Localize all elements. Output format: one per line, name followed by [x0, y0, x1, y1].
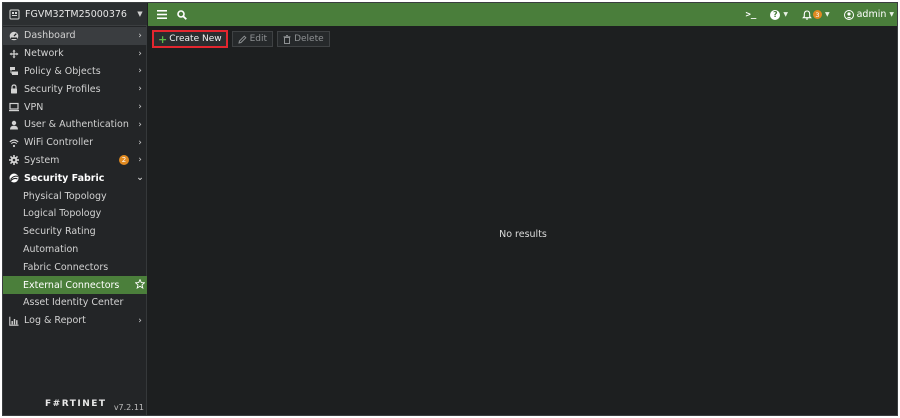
network-icon [8, 48, 19, 59]
sidebar-item-network[interactable]: Network › [3, 45, 147, 63]
sidebar-item-external-connectors[interactable]: External Connectors [3, 276, 147, 294]
sidebar-item-physical-topology[interactable]: Physical Topology [3, 187, 147, 205]
chevron-down-icon: ▼ [889, 11, 894, 18]
toolbar: + Create New Edit Delete [152, 30, 334, 48]
user-avatar-icon [843, 9, 854, 20]
version-label: v7.2.11 [113, 402, 144, 412]
sidebar-item-system[interactable]: System 2 › [3, 152, 147, 170]
sidebar-item-label: Security Rating [23, 226, 96, 238]
device-selector[interactable]: FGVM32TM25000376 ▼ [3, 3, 147, 26]
sidebar-item-fabric-connectors[interactable]: Fabric Connectors [3, 258, 147, 276]
pencil-icon [237, 34, 247, 44]
sidebar-item-user-auth[interactable]: User & Authentication › [3, 116, 147, 134]
sidebar-item-label: Fabric Connectors [23, 261, 109, 273]
lock-icon [8, 84, 19, 95]
sidebar-item-security-fabric[interactable]: Security Fabric ⌄ [3, 169, 147, 187]
sidebar-item-label: Asset Identity Center [23, 297, 124, 309]
sidebar-menu: Dashboard › Network › Policy & Objects › Secur… [3, 27, 147, 330]
favorite-star-icon[interactable] [133, 278, 147, 292]
user-icon [8, 119, 19, 130]
chevron-down-icon: ⌄ [136, 173, 144, 184]
sidebar-item-label: Dashboard [24, 30, 76, 42]
sidebar-item-security-rating[interactable]: Security Rating [3, 223, 147, 241]
sidebar-item-policy-objects[interactable]: Policy & Objects › [3, 63, 147, 81]
search-icon[interactable] [173, 3, 191, 26]
sidebar-item-security-profiles[interactable]: Security Profiles › [3, 80, 147, 98]
sidebar-item-log-report[interactable]: Log & Report › [3, 312, 147, 330]
gear-icon [8, 155, 19, 166]
sidebar-item-label: Log & Report [24, 315, 86, 327]
sidebar-item-label: Automation [23, 243, 79, 255]
fortinet-logo: F#RTINET [45, 399, 107, 409]
sidebar-item-asset-identity-center[interactable]: Asset Identity Center [3, 294, 147, 312]
chevron-right-icon: › [138, 137, 142, 148]
trash-icon [283, 34, 291, 44]
chevron-right-icon: › [138, 102, 142, 113]
sidebar: FGVM32TM25000376 ▼ Dashboard › Network › Pol… [3, 3, 147, 415]
create-new-button[interactable]: + Create New [152, 30, 228, 48]
chevron-down-icon[interactable]: ▼ [133, 10, 147, 18]
sidebar-item-label: Policy & Objects [24, 65, 101, 77]
sidebar-item-label: External Connectors [23, 279, 120, 291]
bell-icon [802, 9, 812, 20]
hamburger-menu-icon[interactable] [151, 3, 173, 26]
chevron-right-icon: › [138, 155, 142, 166]
chevron-right-icon: › [138, 66, 142, 77]
sidebar-item-vpn[interactable]: VPN › [3, 98, 147, 116]
chevron-right-icon: › [138, 315, 142, 326]
delete-label: Delete [294, 34, 324, 44]
chart-icon [8, 315, 19, 326]
dashboard-icon [8, 30, 19, 41]
notification-badge: 2 [119, 155, 129, 166]
sidebar-item-label: System [24, 154, 60, 166]
header-actions: >_ ? ▼ 3 ▼ admin ▼ [736, 3, 898, 26]
sidebar-item-logical-topology[interactable]: Logical Topology [3, 205, 147, 223]
username: admin [856, 9, 887, 20]
sidebar-item-label: Security Fabric [24, 172, 105, 184]
sidebar-item-automation[interactable]: Automation [3, 241, 147, 259]
device-name: FGVM32TM25000376 [25, 8, 127, 20]
app-window: FGVM32TM25000376 ▼ Dashboard › Network › Pol… [2, 2, 898, 416]
wifi-icon [8, 137, 19, 148]
top-bar: >_ ? ▼ 3 ▼ admin ▼ [148, 3, 898, 26]
sidebar-item-label: VPN [24, 101, 44, 113]
sidebar-item-wifi[interactable]: WiFi Controller › [3, 134, 147, 152]
user-menu-button[interactable]: admin ▼ [843, 3, 894, 26]
notification-count-badge: 3 [812, 10, 822, 19]
sidebar-item-label: Physical Topology [23, 190, 107, 202]
edit-button[interactable]: Edit [231, 31, 274, 47]
help-button[interactable]: ? ▼ [770, 3, 788, 26]
device-icon [9, 9, 20, 20]
help-icon: ? [770, 9, 781, 20]
cli-icon: >_ [745, 9, 757, 20]
empty-state-message: No results [499, 229, 547, 240]
delete-button[interactable]: Delete [277, 31, 330, 47]
chevron-right-icon: › [138, 48, 142, 59]
chevron-right-icon: › [138, 119, 142, 130]
chevron-right-icon: › [138, 84, 142, 95]
fabric-icon [8, 173, 19, 184]
monitor-icon [8, 102, 19, 113]
sidebar-item-label: Network [24, 48, 64, 60]
sidebar-footer: F#RTINET v7.2.11 [3, 393, 147, 415]
sidebar-item-label: WiFi Controller [24, 137, 93, 149]
chevron-down-icon: ▼ [783, 11, 788, 18]
edit-label: Edit [249, 34, 268, 44]
policy-icon [8, 66, 19, 77]
sidebar-item-label: Logical Topology [23, 208, 102, 220]
chevron-right-icon: › [138, 30, 142, 41]
sidebar-item-label: User & Authentication [24, 119, 129, 131]
sidebar-item-dashboard[interactable]: Dashboard › [3, 27, 147, 45]
sidebar-item-label: Security Profiles [24, 83, 101, 95]
cli-console-button[interactable]: >_ [746, 3, 757, 26]
chevron-down-icon: ▼ [824, 11, 830, 18]
plus-icon: + [158, 32, 168, 46]
notifications-button[interactable]: 3 ▼ [802, 3, 830, 26]
create-new-label: Create New [169, 34, 222, 44]
